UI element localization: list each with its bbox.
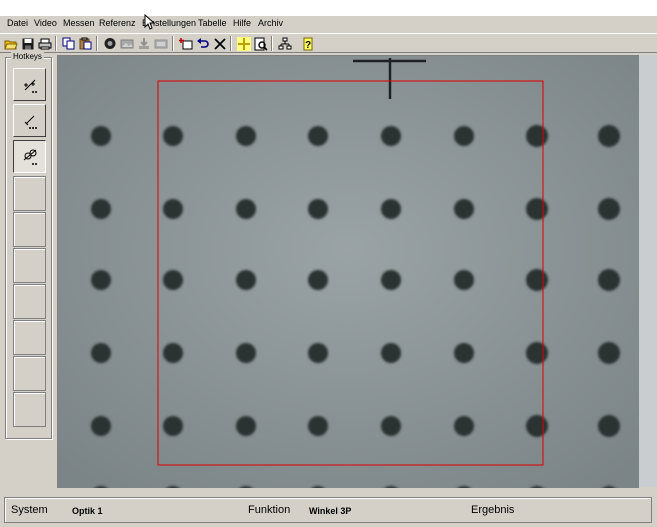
calibration-dot [308, 343, 328, 363]
import-icon[interactable] [136, 36, 151, 51]
title-strip [0, 0, 657, 16]
calibration-dot [236, 270, 256, 290]
calibration-dot [91, 343, 111, 363]
hotkeys-label: Hotkeys [11, 52, 44, 61]
add-icon[interactable] [178, 36, 193, 51]
calibration-dot [163, 270, 183, 290]
calibration-dot [308, 126, 328, 146]
hotkey-slot-empty[interactable] [13, 320, 46, 355]
calibration-dot [236, 416, 256, 436]
calibration-dot [381, 343, 401, 363]
calibration-dot [454, 343, 474, 363]
hotkey-slot-empty[interactable] [13, 248, 46, 283]
measure-line-icon [24, 115, 37, 129]
calibration-dot [91, 270, 111, 290]
measure-distance-icon [23, 149, 37, 165]
calibration-dot [454, 126, 474, 146]
image-icon[interactable] [119, 36, 134, 51]
calibration-dot [381, 199, 401, 219]
calibration-dot [526, 415, 548, 437]
hotkey-measure-distance[interactable] [13, 140, 46, 173]
calibration-dot [308, 199, 328, 219]
status-function-label: Funktion [248, 504, 291, 516]
hotkey-measure-line[interactable] [13, 104, 46, 137]
calibration-dot [163, 416, 183, 436]
calibration-dot [526, 125, 548, 147]
calibration-dot [598, 269, 620, 291]
menu-tabelle[interactable]: Tabelle [198, 18, 227, 28]
menu-messen[interactable]: Messen [63, 18, 95, 28]
camera-image[interactable] [58, 56, 639, 488]
calibration-dot [526, 269, 548, 291]
calibration-dot [454, 416, 474, 436]
print-icon[interactable] [37, 36, 52, 51]
hotkey-slot-empty[interactable] [13, 284, 46, 319]
export-icon[interactable] [153, 36, 168, 51]
help-icon[interactable]: ? [300, 36, 315, 51]
calibration-dot [308, 416, 328, 436]
calibration-dot [236, 343, 256, 363]
undo-icon[interactable] [195, 36, 210, 51]
calibration-dot [163, 126, 183, 146]
calibration-dot [598, 342, 620, 364]
paste-icon[interactable] [78, 36, 93, 51]
menu-datei[interactable]: Datei [7, 18, 28, 28]
menu-video[interactable]: Video [34, 18, 57, 28]
calibration-dot [236, 126, 256, 146]
hotkey-slot-empty[interactable] [13, 212, 46, 247]
calibration-dot [381, 416, 401, 436]
measure-point-icon [23, 79, 37, 93]
hotkey-slot-empty[interactable] [13, 392, 46, 427]
toolbar-separator [271, 36, 273, 51]
status-system-value: Optik 1 [72, 506, 103, 516]
status-function-value: Winkel 3P [309, 506, 352, 516]
hotkey-slot-empty[interactable] [13, 176, 46, 211]
vertical-scroll-area[interactable] [639, 55, 657, 487]
calibration-dot [381, 126, 401, 146]
status-result-label: Ergebnis [471, 504, 515, 516]
calibration-dot [163, 199, 183, 219]
calibration-dot [526, 342, 548, 364]
menu-bar: Datei Video Messen Referenz Einstellunge… [0, 16, 657, 32]
calibration-dot [91, 199, 111, 219]
mouse-cursor-icon [144, 14, 156, 30]
menu-hilfe[interactable]: Hilfe [233, 18, 251, 28]
camera-view[interactable] [57, 55, 639, 488]
calibration-dot [526, 198, 548, 220]
calibration-dot [598, 198, 620, 220]
copy-icon[interactable] [61, 36, 76, 51]
calibration-dot [91, 416, 111, 436]
calibration-dot [598, 125, 620, 147]
zoom-page-icon[interactable] [253, 36, 268, 51]
save-icon[interactable] [20, 36, 35, 51]
camera-icon[interactable] [102, 36, 117, 51]
tree-icon[interactable] [277, 36, 292, 51]
hotkeys-panel: Hotkeys [5, 52, 52, 439]
menu-archiv[interactable]: Archiv [258, 18, 283, 28]
toolbar-separator [96, 36, 98, 51]
crosshair-icon[interactable] [236, 36, 251, 51]
calibration-dot [236, 199, 256, 219]
calibration-dot [454, 199, 474, 219]
calibration-dot [454, 270, 474, 290]
open-folder-icon[interactable] [3, 36, 18, 51]
toolbar-separator [230, 36, 232, 51]
calibration-dot [163, 343, 183, 363]
close-x-icon[interactable] [212, 36, 227, 51]
camera-background [58, 56, 639, 488]
calibration-dot [598, 415, 620, 437]
calibration-dot [91, 126, 111, 146]
toolbar-separator [172, 36, 174, 51]
calibration-dot [381, 270, 401, 290]
status-bar: System Optik 1 Funktion Winkel 3P Ergebn… [4, 497, 652, 523]
hotkey-measure-point[interactable] [13, 68, 46, 101]
svg-text:?: ? [304, 40, 310, 51]
status-system-label: System [11, 504, 48, 516]
menu-referenz[interactable]: Referenz [99, 18, 136, 28]
hotkey-slot-empty[interactable] [13, 356, 46, 391]
toolbar: ? [0, 33, 657, 53]
toolbar-separator [55, 36, 57, 51]
calibration-dot [308, 270, 328, 290]
